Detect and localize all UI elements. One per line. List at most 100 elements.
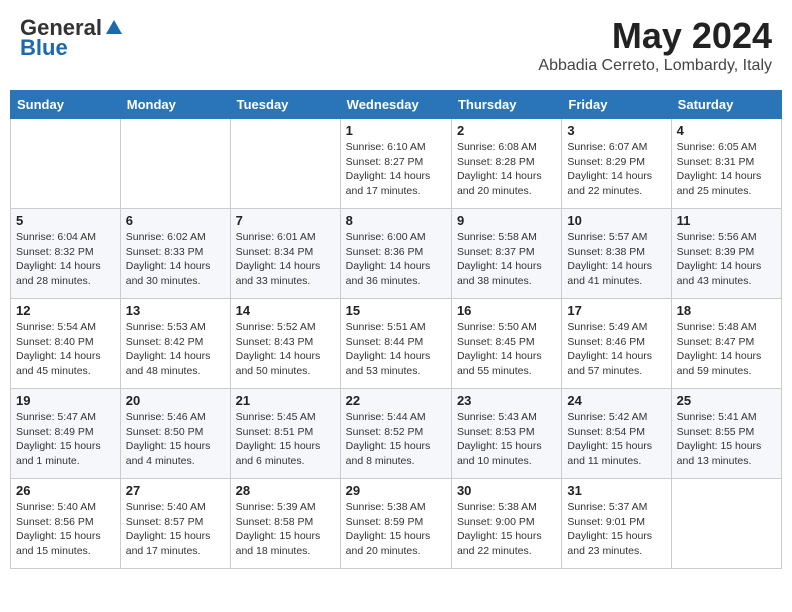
day-info: Sunrise: 5:58 AM Sunset: 8:37 PM Dayligh…	[457, 230, 556, 289]
day-info: Sunrise: 5:49 AM Sunset: 8:46 PM Dayligh…	[567, 320, 665, 379]
day-info: Sunrise: 6:04 AM Sunset: 8:32 PM Dayligh…	[16, 230, 115, 289]
location-title: Abbadia Cerreto, Lombardy, Italy	[538, 57, 772, 75]
calendar-cell: 23Sunrise: 5:43 AM Sunset: 8:53 PM Dayli…	[451, 389, 561, 479]
calendar-cell: 20 Sunrise: 5:46 AM Sunset: 8:50 PM Dayli…	[120, 389, 230, 479]
day-number: 3	[567, 123, 665, 138]
calendar-cell	[120, 119, 230, 209]
calendar-cell: 31Sunrise: 5:37 AM Sunset: 9:01 PM Dayli…	[562, 479, 671, 569]
day-info: Sunrise: 6:00 AM Sunset: 8:36 PM Dayligh…	[346, 230, 446, 289]
calendar-cell: 13Sunrise: 5:53 AM Sunset: 8:42 PM Dayli…	[120, 299, 230, 389]
calendar-cell: 16 Sunrise: 5:50 AM Sunset: 8:45 PM Dayli…	[451, 299, 561, 389]
calendar-cell: 11Sunrise: 5:56 AM Sunset: 8:39 PM Dayli…	[671, 209, 781, 299]
day-number: 1	[346, 123, 446, 138]
day-number: 2	[457, 123, 556, 138]
day-number: 5	[16, 213, 115, 228]
day-number: 8	[346, 213, 446, 228]
day-number: 29	[346, 483, 446, 498]
day-info: Sunrise: 5:39 AM Sunset: 8:58 PM Dayligh…	[236, 500, 335, 559]
day-number: 6	[126, 213, 225, 228]
calendar-cell: 14 Sunrise: 5:52 AM Sunset: 8:43 PM Dayli…	[230, 299, 340, 389]
day-number: 4	[677, 123, 776, 138]
day-info: Sunrise: 5:38 AM Sunset: 8:59 PM Dayligh…	[346, 500, 446, 559]
day-info: Sunrise: 5:51 AM Sunset: 8:44 PM Dayligh…	[346, 320, 446, 379]
calendar-cell: 10 Sunrise: 5:57 AM Sunset: 8:38 PM Dayli…	[562, 209, 671, 299]
day-number: 28	[236, 483, 335, 498]
day-number: 23	[457, 393, 556, 408]
day-info: Sunrise: 5:52 AM Sunset: 8:43 PM Dayligh…	[236, 320, 335, 379]
day-number: 7	[236, 213, 335, 228]
calendar-cell: 22Sunrise: 5:44 AM Sunset: 8:52 PM Dayli…	[340, 389, 451, 479]
day-number: 20	[126, 393, 225, 408]
calendar-week-row: 12 Sunrise: 5:54 AM Sunset: 8:40 PM Dayli…	[11, 299, 782, 389]
day-info: Sunrise: 5:57 AM Sunset: 8:38 PM Dayligh…	[567, 230, 665, 289]
calendar-cell: 17 Sunrise: 5:49 AM Sunset: 8:46 PM Dayli…	[562, 299, 671, 389]
day-info: Sunrise: 5:46 AM Sunset: 8:50 PM Dayligh…	[126, 410, 225, 469]
calendar-cell	[230, 119, 340, 209]
day-info: Sunrise: 6:02 AM Sunset: 8:33 PM Dayligh…	[126, 230, 225, 289]
day-number: 10	[567, 213, 665, 228]
day-info: Sunrise: 5:47 AM Sunset: 8:49 PM Dayligh…	[16, 410, 115, 469]
day-info: Sunrise: 5:38 AM Sunset: 9:00 PM Dayligh…	[457, 500, 556, 559]
day-info: Sunrise: 5:48 AM Sunset: 8:47 PM Dayligh…	[677, 320, 776, 379]
calendar-cell: 26 Sunrise: 5:40 AM Sunset: 8:56 PM Dayli…	[11, 479, 121, 569]
weekday-header-row: SundayMondayTuesdayWednesdayThursdayFrid…	[11, 91, 782, 119]
calendar-cell: 12 Sunrise: 5:54 AM Sunset: 8:40 PM Dayli…	[11, 299, 121, 389]
month-title: May 2024	[538, 15, 772, 57]
day-number: 12	[16, 303, 115, 318]
day-info: Sunrise: 5:42 AM Sunset: 8:54 PM Dayligh…	[567, 410, 665, 469]
weekday-header-monday: Monday	[120, 91, 230, 119]
day-number: 16	[457, 303, 556, 318]
calendar-week-row: 26 Sunrise: 5:40 AM Sunset: 8:56 PM Dayli…	[11, 479, 782, 569]
calendar-cell: 2 Sunrise: 6:08 AM Sunset: 8:28 PM Daylig…	[451, 119, 561, 209]
title-block: May 2024 Abbadia Cerreto, Lombardy, Ital…	[538, 15, 772, 75]
logo-blue: Blue	[20, 35, 68, 61]
day-number: 31	[567, 483, 665, 498]
day-number: 19	[16, 393, 115, 408]
calendar-cell: 3 Sunrise: 6:07 AM Sunset: 8:29 PM Daylig…	[562, 119, 671, 209]
weekday-header-thursday: Thursday	[451, 91, 561, 119]
day-info: Sunrise: 5:44 AM Sunset: 8:52 PM Dayligh…	[346, 410, 446, 469]
day-info: Sunrise: 5:40 AM Sunset: 8:56 PM Dayligh…	[16, 500, 115, 559]
calendar-cell: 8 Sunrise: 6:00 AM Sunset: 8:36 PM Daylig…	[340, 209, 451, 299]
logo-icon	[104, 18, 124, 38]
weekday-header-tuesday: Tuesday	[230, 91, 340, 119]
calendar-cell: 29 Sunrise: 5:38 AM Sunset: 8:59 PM Dayli…	[340, 479, 451, 569]
day-number: 9	[457, 213, 556, 228]
calendar-week-row: 1Sunrise: 6:10 AM Sunset: 8:27 PM Daylig…	[11, 119, 782, 209]
day-number: 30	[457, 483, 556, 498]
header: General Blue May 2024 Abbadia Cerreto, L…	[10, 10, 782, 80]
calendar-cell: 5 Sunrise: 6:04 AM Sunset: 8:32 PM Daylig…	[11, 209, 121, 299]
weekday-header-sunday: Sunday	[11, 91, 121, 119]
day-number: 18	[677, 303, 776, 318]
calendar-cell: 7Sunrise: 6:01 AM Sunset: 8:34 PM Daylig…	[230, 209, 340, 299]
logo: General Blue	[20, 15, 124, 61]
day-info: Sunrise: 6:08 AM Sunset: 8:28 PM Dayligh…	[457, 140, 556, 199]
calendar-cell: 24 Sunrise: 5:42 AM Sunset: 8:54 PM Dayli…	[562, 389, 671, 479]
day-number: 14	[236, 303, 335, 318]
day-info: Sunrise: 5:40 AM Sunset: 8:57 PM Dayligh…	[126, 500, 225, 559]
calendar-cell: 1Sunrise: 6:10 AM Sunset: 8:27 PM Daylig…	[340, 119, 451, 209]
calendar-week-row: 19 Sunrise: 5:47 AM Sunset: 8:49 PM Dayli…	[11, 389, 782, 479]
day-number: 24	[567, 393, 665, 408]
calendar-cell: 25Sunrise: 5:41 AM Sunset: 8:55 PM Dayli…	[671, 389, 781, 479]
day-info: Sunrise: 5:56 AM Sunset: 8:39 PM Dayligh…	[677, 230, 776, 289]
calendar-cell	[671, 479, 781, 569]
calendar-cell: 21Sunrise: 5:45 AM Sunset: 8:51 PM Dayli…	[230, 389, 340, 479]
day-number: 15	[346, 303, 446, 318]
calendar-cell: 28 Sunrise: 5:39 AM Sunset: 8:58 PM Dayli…	[230, 479, 340, 569]
day-number: 17	[567, 303, 665, 318]
day-number: 26	[16, 483, 115, 498]
calendar-cell: 4 Sunrise: 6:05 AM Sunset: 8:31 PM Daylig…	[671, 119, 781, 209]
weekday-header-saturday: Saturday	[671, 91, 781, 119]
day-number: 21	[236, 393, 335, 408]
day-info: Sunrise: 6:05 AM Sunset: 8:31 PM Dayligh…	[677, 140, 776, 199]
day-info: Sunrise: 5:54 AM Sunset: 8:40 PM Dayligh…	[16, 320, 115, 379]
day-info: Sunrise: 6:07 AM Sunset: 8:29 PM Dayligh…	[567, 140, 665, 199]
calendar-cell: 19 Sunrise: 5:47 AM Sunset: 8:49 PM Dayli…	[11, 389, 121, 479]
calendar-cell: 27Sunrise: 5:40 AM Sunset: 8:57 PM Dayli…	[120, 479, 230, 569]
calendar-cell: 15 Sunrise: 5:51 AM Sunset: 8:44 PM Dayli…	[340, 299, 451, 389]
day-info: Sunrise: 5:50 AM Sunset: 8:45 PM Dayligh…	[457, 320, 556, 379]
day-number: 13	[126, 303, 225, 318]
calendar-cell: 9 Sunrise: 5:58 AM Sunset: 8:37 PM Daylig…	[451, 209, 561, 299]
calendar-week-row: 5 Sunrise: 6:04 AM Sunset: 8:32 PM Daylig…	[11, 209, 782, 299]
